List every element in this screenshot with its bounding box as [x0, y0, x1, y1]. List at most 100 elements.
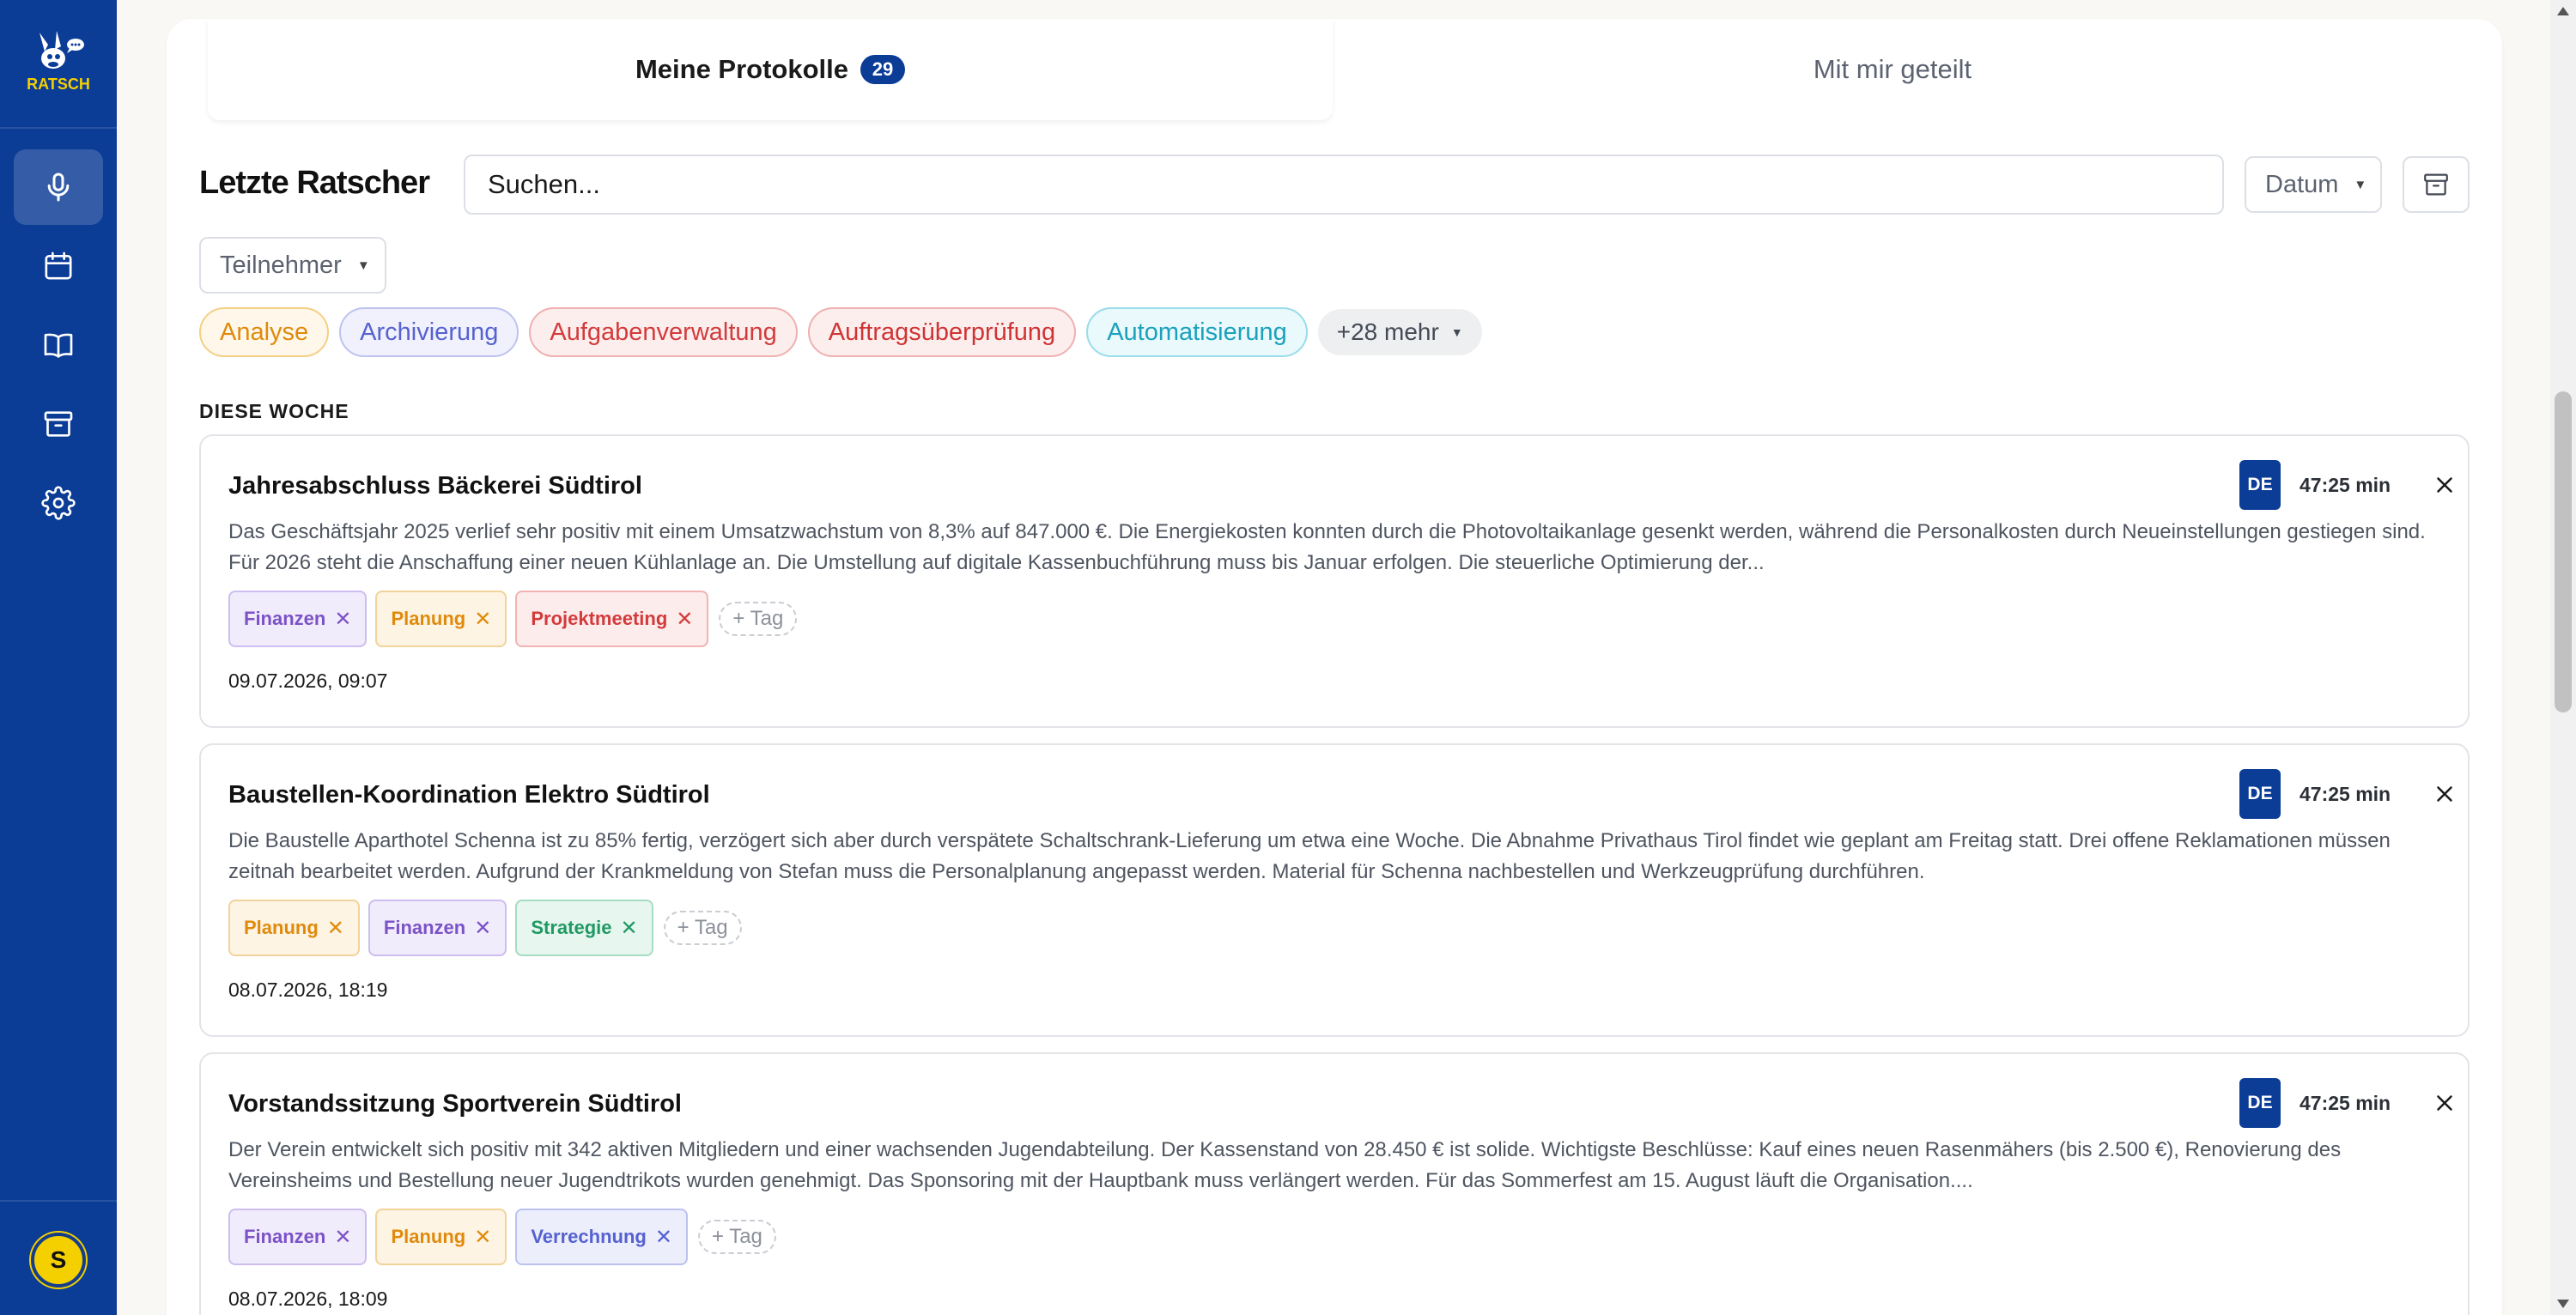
- tag-chip[interactable]: Planung ✕: [375, 591, 507, 647]
- sidebar-item-calendar[interactable]: [14, 228, 103, 304]
- tag-chip[interactable]: Finanzen ✕: [228, 591, 368, 647]
- tag-chip[interactable]: Planung ✕: [375, 1209, 507, 1265]
- protocol-count-badge: 29: [860, 55, 906, 84]
- remove-tag-icon[interactable]: ✕: [474, 916, 491, 941]
- tag-list: Planung ✕ Finanzen ✕ Strategie ✕ + Tag: [228, 900, 742, 956]
- protocol-summary: Der Verein entwickelt sich positiv mit 3…: [228, 1138, 2342, 1192]
- sidebar-item-record[interactable]: [14, 149, 103, 225]
- book-icon: [44, 333, 73, 358]
- filter-tag[interactable]: Aufgabenverwaltung: [529, 307, 798, 357]
- duration-label: 47:25 min: [2300, 474, 2391, 496]
- search-input[interactable]: [464, 155, 2224, 215]
- page-title: Letzte Ratscher: [199, 165, 430, 201]
- tag-filter-row: Analyse Archivierung Aufgabenverwaltung …: [199, 307, 1482, 357]
- protocol-card[interactable]: Jahresabschluss Bäckerei Südtirol DE 47:…: [199, 434, 2470, 728]
- protocol-date: 08.07.2026, 18:19: [228, 979, 388, 1001]
- close-icon[interactable]: [2432, 1090, 2458, 1116]
- remove-tag-icon[interactable]: ✕: [327, 916, 344, 941]
- scroll-up-arrow-icon[interactable]: [2557, 7, 2569, 15]
- remove-tag-icon[interactable]: ✕: [621, 916, 638, 941]
- remove-tag-icon[interactable]: ✕: [334, 607, 351, 632]
- language-badge: DE: [2239, 769, 2281, 819]
- tag-label: Planung: [391, 1226, 466, 1247]
- tag-label: Finanzen: [244, 608, 326, 629]
- tag-label: Planung: [391, 608, 466, 629]
- tag-chip[interactable]: Strategie ✕: [515, 900, 653, 956]
- close-icon[interactable]: [2432, 781, 2458, 807]
- tab-label: Mit mir geteilt: [1813, 54, 1972, 84]
- tag-label: Finanzen: [383, 917, 466, 938]
- add-tag-button[interactable]: + Tag: [697, 1220, 776, 1254]
- add-tag-button[interactable]: + Tag: [719, 602, 798, 636]
- protocol-date: 08.07.2026, 18:09: [228, 1288, 388, 1310]
- sidebar-divider: [0, 1200, 117, 1202]
- sidebar-item-settings[interactable]: [14, 465, 103, 541]
- tag-chip[interactable]: Projektmeeting ✕: [515, 591, 709, 647]
- page-scrollbar[interactable]: [2550, 0, 2576, 1315]
- microphone-icon: [47, 173, 70, 202]
- protocol-date: 09.07.2026, 09:07: [228, 670, 388, 692]
- gear-icon: [41, 486, 76, 520]
- protocol-title: Jahresabschluss Bäckerei Südtirol: [228, 472, 642, 500]
- protocol-summary: Die Baustelle Aparthotel Schenna ist zu …: [228, 829, 2391, 883]
- protocol-title: Baustellen-Koordination Elektro Südtirol: [228, 781, 710, 809]
- dropdown-label: Datum: [2265, 170, 2339, 198]
- duration-label: 47:25 min: [2300, 1092, 2391, 1114]
- tag-label: Projektmeeting: [531, 608, 668, 629]
- tag-label: Verrechnung: [531, 1226, 647, 1247]
- tag-label: Finanzen: [244, 1226, 326, 1247]
- filter-tag[interactable]: Archivierung: [339, 307, 519, 357]
- tag-chip[interactable]: Finanzen ✕: [368, 900, 507, 956]
- sidebar-item-archive[interactable]: [14, 386, 103, 462]
- tag-list: Finanzen ✕ Planung ✕ Verrechnung ✕ + Tag: [228, 1209, 776, 1265]
- sidebar: RATSCH S: [0, 0, 117, 1315]
- participants-dropdown[interactable]: Teilnehmer ▼: [199, 237, 386, 294]
- archive-button[interactable]: [2403, 156, 2470, 213]
- remove-tag-icon[interactable]: ✕: [474, 607, 491, 632]
- caret-down-icon: ▼: [2354, 177, 2367, 192]
- scrollbar-thumb[interactable]: [2555, 391, 2572, 712]
- sidebar-item-library[interactable]: [14, 307, 103, 383]
- main-panel: Meine Protokolle 29 Mit mir geteilt Letz…: [167, 19, 2502, 1315]
- svg-text:RATSCH: RATSCH: [27, 76, 90, 93]
- remove-tag-icon[interactable]: ✕: [655, 1225, 672, 1250]
- filter-tag[interactable]: Analyse: [199, 307, 330, 357]
- tag-chip[interactable]: Finanzen ✕: [228, 1209, 368, 1265]
- tag-list: Finanzen ✕ Planung ✕ Projektmeeting ✕ + Tag: [228, 591, 798, 647]
- tag-chip[interactable]: Planung ✕: [228, 900, 360, 956]
- calendar-icon: [45, 251, 72, 280]
- filter-tag[interactable]: Automatisierung: [1086, 307, 1308, 357]
- archive-icon: [44, 411, 73, 437]
- filter-tag[interactable]: Auftragsüberprüfung: [807, 307, 1077, 357]
- protocol-card[interactable]: Vorstandssitzung Sportverein Südtirol DE…: [199, 1052, 2470, 1315]
- more-tags-label: +28 mehr: [1336, 318, 1439, 345]
- language-badge: DE: [2239, 460, 2281, 510]
- scroll-down-arrow-icon[interactable]: [2557, 1300, 2569, 1308]
- archive-icon: [2424, 173, 2448, 196]
- tab-my-protocols[interactable]: Meine Protokolle 29: [208, 19, 1333, 120]
- remove-tag-icon[interactable]: ✕: [676, 607, 693, 632]
- protocol-card[interactable]: Baustellen-Koordination Elektro Südtirol…: [199, 743, 2470, 1037]
- add-tag-button[interactable]: + Tag: [663, 911, 742, 945]
- remove-tag-icon[interactable]: ✕: [474, 1225, 491, 1250]
- protocol-summary: Das Geschäftsjahr 2025 verlief sehr posi…: [228, 520, 2426, 574]
- tag-label: Strategie: [531, 917, 612, 938]
- tag-chip[interactable]: Verrechnung ✕: [515, 1209, 688, 1265]
- user-avatar[interactable]: S: [31, 1233, 86, 1288]
- more-tags-button[interactable]: +28 mehr ▼: [1317, 309, 1482, 355]
- dropdown-label: Teilnehmer: [220, 251, 342, 279]
- caret-down-icon: ▼: [356, 258, 370, 273]
- duration-label: 47:25 min: [2300, 783, 2391, 805]
- tag-label: Planung: [244, 917, 319, 938]
- tab-shared-with-me[interactable]: Mit mir geteilt: [1334, 19, 2451, 120]
- tab-label: Meine Protokolle: [635, 54, 849, 84]
- sidebar-divider: [0, 127, 117, 129]
- ratsch-logo[interactable]: RATSCH: [22, 26, 94, 98]
- remove-tag-icon[interactable]: ✕: [334, 1225, 351, 1250]
- section-label: DIESE WOCHE: [199, 400, 349, 422]
- date-sort-dropdown[interactable]: Datum ▼: [2245, 156, 2382, 213]
- close-icon[interactable]: [2432, 472, 2458, 498]
- language-badge: DE: [2239, 1078, 2281, 1128]
- caret-down-icon: ▼: [1450, 325, 1463, 339]
- protocol-title: Vorstandssitzung Sportverein Südtirol: [228, 1090, 682, 1118]
